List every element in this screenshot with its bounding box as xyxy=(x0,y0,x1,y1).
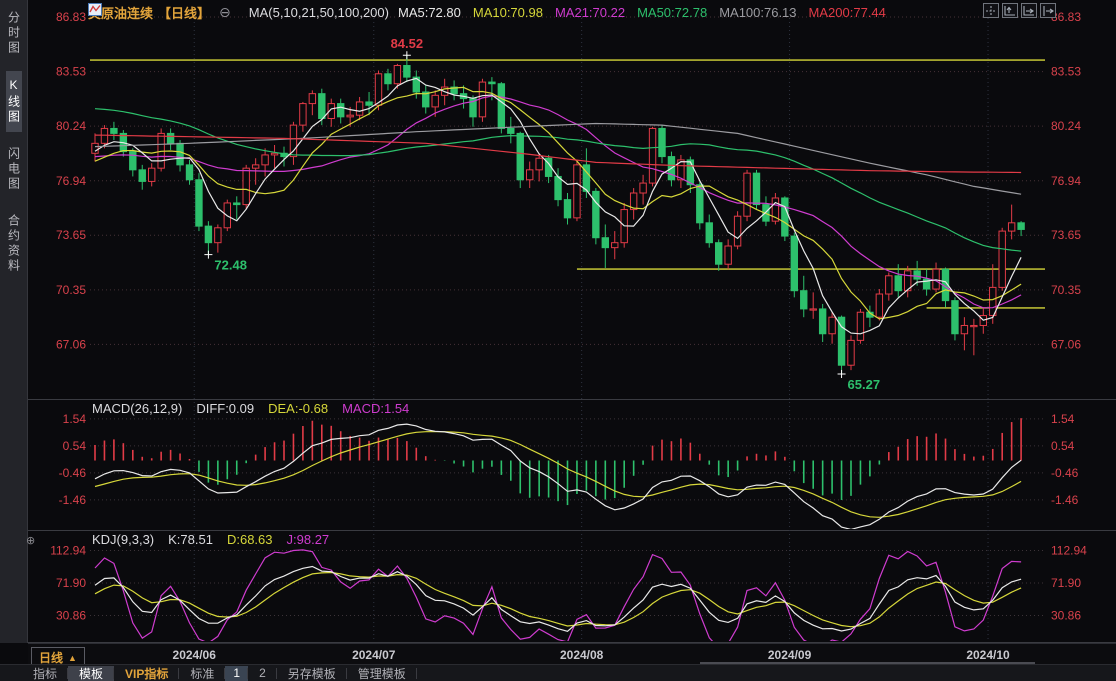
svg-text:72.48: 72.48 xyxy=(214,258,247,273)
bottom-tab-5[interactable]: 2 xyxy=(248,666,277,681)
svg-text:73.65: 73.65 xyxy=(1051,228,1081,242)
svg-text:83.53: 83.53 xyxy=(56,65,86,79)
svg-text:70.35: 70.35 xyxy=(56,283,86,297)
ma-value-3: MA50:72.78 xyxy=(637,5,707,20)
date-axis-row: 日线 ▲ 2024/062024/072024/082024/092024/10 xyxy=(28,643,1116,664)
ma-value-1: MA10:70.98 xyxy=(473,5,543,20)
chart-toolbar xyxy=(983,3,1056,18)
macd-head-item-0: MACD(26,12,9) xyxy=(92,401,182,416)
bottom-tab-1[interactable]: 模板 xyxy=(68,666,114,681)
svg-text:80.24: 80.24 xyxy=(56,119,86,133)
sidebar-item-0[interactable]: 分时图 xyxy=(6,4,22,63)
ma-value-4: MA100:76.13 xyxy=(719,5,796,20)
svg-text:73.65: 73.65 xyxy=(56,228,86,242)
macd-header: MACD(26,12,9) DIFF:0.09 DEA:-0.68 MACD:1.54 xyxy=(92,401,409,416)
svg-text:-0.46: -0.46 xyxy=(59,466,87,480)
ma-params-label: MA(5,10,21,50,100,200) xyxy=(249,5,389,20)
svg-text:0.54: 0.54 xyxy=(1051,439,1075,453)
sidebar-item-2[interactable]: 闪电图 xyxy=(6,140,22,199)
chart-header: 美原油连续 【日线】 ⊖ MA(5,10,21,50,100,200) MA5:… xyxy=(88,3,886,21)
svg-text:86.83: 86.83 xyxy=(56,10,86,24)
symbol-title: 美原油连续 xyxy=(88,3,153,22)
date-label: 2024/07 xyxy=(352,648,395,662)
bottom-tab-6[interactable]: 另存模板 xyxy=(277,666,347,681)
ma-value-5: MA200:77.44 xyxy=(809,5,886,20)
crosshair-icon[interactable] xyxy=(983,3,999,18)
svg-text:70.35: 70.35 xyxy=(1051,283,1081,297)
scale-up-icon[interactable] xyxy=(1002,3,1018,18)
bottom-tab-bar: 指标模板VIP指标标准12另存模板管理模板 xyxy=(0,664,1116,681)
svg-text:1.54: 1.54 xyxy=(1051,412,1075,426)
svg-text:83.53: 83.53 xyxy=(1051,65,1081,79)
sidebar-item-3[interactable]: 合约资料 xyxy=(6,207,22,281)
kdj-head-item-1: K:78.51 xyxy=(168,532,213,547)
chart-canvas: 86.8386.8383.5383.5380.2480.2476.9476.94… xyxy=(0,0,1116,681)
chart-type-sidebar: 分时图 K线图闪电图合约资料 xyxy=(0,0,28,643)
svg-text:67.06: 67.06 xyxy=(56,337,86,351)
svg-text:76.94: 76.94 xyxy=(1051,174,1081,188)
sidebar-item-1[interactable]: K线图 xyxy=(6,71,22,132)
macd-head-item-3: MACD:1.54 xyxy=(342,401,409,416)
svg-text:30.86: 30.86 xyxy=(56,609,86,623)
date-label: 2024/06 xyxy=(173,648,216,662)
svg-text:84.52: 84.52 xyxy=(391,36,424,51)
date-label: 2024/10 xyxy=(966,648,1009,662)
svg-text:71.90: 71.90 xyxy=(1051,576,1081,590)
svg-text:67.06: 67.06 xyxy=(1051,337,1081,351)
svg-text:65.27: 65.27 xyxy=(848,377,881,392)
svg-text:30.86: 30.86 xyxy=(1051,609,1081,623)
date-label: 2024/08 xyxy=(560,648,603,662)
ma-value-0: MA5:72.80 xyxy=(398,5,461,20)
kdj-head-item-0: KDJ(9,3,3) xyxy=(92,532,154,547)
scale-right-icon[interactable] xyxy=(1021,3,1037,18)
bottom-tab-4[interactable]: 1 xyxy=(225,666,248,681)
svg-text:71.90: 71.90 xyxy=(56,576,86,590)
ma-values: MA5:72.80 MA10:70.98 MA21:70.22 MA50:72.78 M… xyxy=(398,5,886,20)
svg-text:80.24: 80.24 xyxy=(1051,119,1081,133)
svg-text:112.94: 112.94 xyxy=(50,543,86,557)
bottom-tab-0[interactable]: 指标 xyxy=(22,666,68,681)
pan-right-icon[interactable] xyxy=(1040,3,1056,18)
ma-value-2: MA21:70.22 xyxy=(555,5,625,20)
kdj-head-item-3: J:98.27 xyxy=(287,532,330,547)
svg-text:1.54: 1.54 xyxy=(63,412,87,426)
bottom-tab-2[interactable]: VIP指标 xyxy=(114,666,179,681)
svg-text:-1.46: -1.46 xyxy=(59,493,87,507)
bottom-tab-3[interactable]: 标准 xyxy=(179,666,225,681)
svg-text:0.54: 0.54 xyxy=(63,439,87,453)
macd-head-item-1: DIFF:0.09 xyxy=(196,401,254,416)
svg-text:112.94: 112.94 xyxy=(1051,543,1087,557)
bottom-tab-7[interactable]: 管理模板 xyxy=(347,666,417,681)
kdj-head-item-2: D:68.63 xyxy=(227,532,273,547)
app-window: 86.8386.8383.5383.5380.2480.2476.9476.94… xyxy=(0,0,1116,681)
svg-text:-0.46: -0.46 xyxy=(1051,466,1079,480)
kdj-header: KDJ(9,3,3) K:78.51 D:68.63 J:98.27 xyxy=(92,532,329,547)
period-tag: 【日线】 xyxy=(158,3,210,22)
kdj-settings-icon[interactable]: ⊕ xyxy=(26,534,35,547)
date-label: 2024/09 xyxy=(768,648,811,662)
svg-text:-1.46: -1.46 xyxy=(1051,493,1079,507)
svg-text:76.94: 76.94 xyxy=(56,174,86,188)
chevron-up-icon: ▲ xyxy=(68,653,77,663)
zoom-out-icon[interactable]: ⊖ xyxy=(219,5,231,19)
macd-head-item-2: DEA:-0.68 xyxy=(268,401,328,416)
